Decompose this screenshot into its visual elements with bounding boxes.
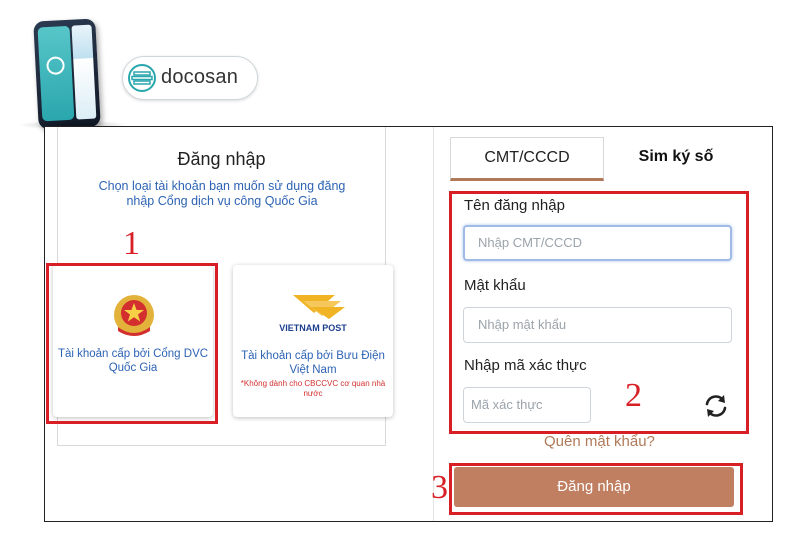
vietnam-post-logo-text: VIETNAM POST: [279, 323, 347, 333]
annotation-number-3: 3: [431, 469, 448, 506]
brand-header: docosan: [18, 18, 260, 130]
vietnam-post-logo-icon: VIETNAM POST: [279, 295, 347, 333]
annotation-box-1: [46, 263, 218, 424]
tab-sim-ky-so[interactable]: Sim ký số: [616, 137, 736, 177]
account-option-vnpost-label: Tài khoản cấp bởi Bưu Điện Việt Nam: [241, 350, 385, 376]
tab-cmt-cccd[interactable]: CMT/CCCD: [450, 137, 604, 181]
annotation-box-2: [449, 191, 749, 434]
phone-illustration: [33, 18, 101, 130]
annotation-box-3: [449, 463, 743, 515]
forgot-password-link[interactable]: Quên mật khẩu?: [544, 433, 655, 450]
account-option-vnpost-note: *Không dành cho CBCCVC cơ quan nhà nước: [240, 379, 386, 398]
screenshot-frame: Đăng nhập Chọn loại tài khoản bạn muốn s…: [44, 126, 773, 522]
account-option-vnpost[interactable]: VIETNAM POST Tài khoản cấp bởi Bưu Điện …: [233, 265, 393, 417]
annotation-number-1: 1: [123, 225, 140, 262]
docosan-logo-icon: [128, 64, 156, 92]
login-subtitle: Chọn loại tài khoản bạn muốn sử dụng đăn…: [98, 179, 346, 208]
brand-name: docosan: [161, 66, 239, 88]
annotation-number-2: 2: [625, 377, 642, 414]
brand-logo: docosan: [122, 56, 258, 100]
page-title: Đăng nhập: [177, 149, 266, 169]
